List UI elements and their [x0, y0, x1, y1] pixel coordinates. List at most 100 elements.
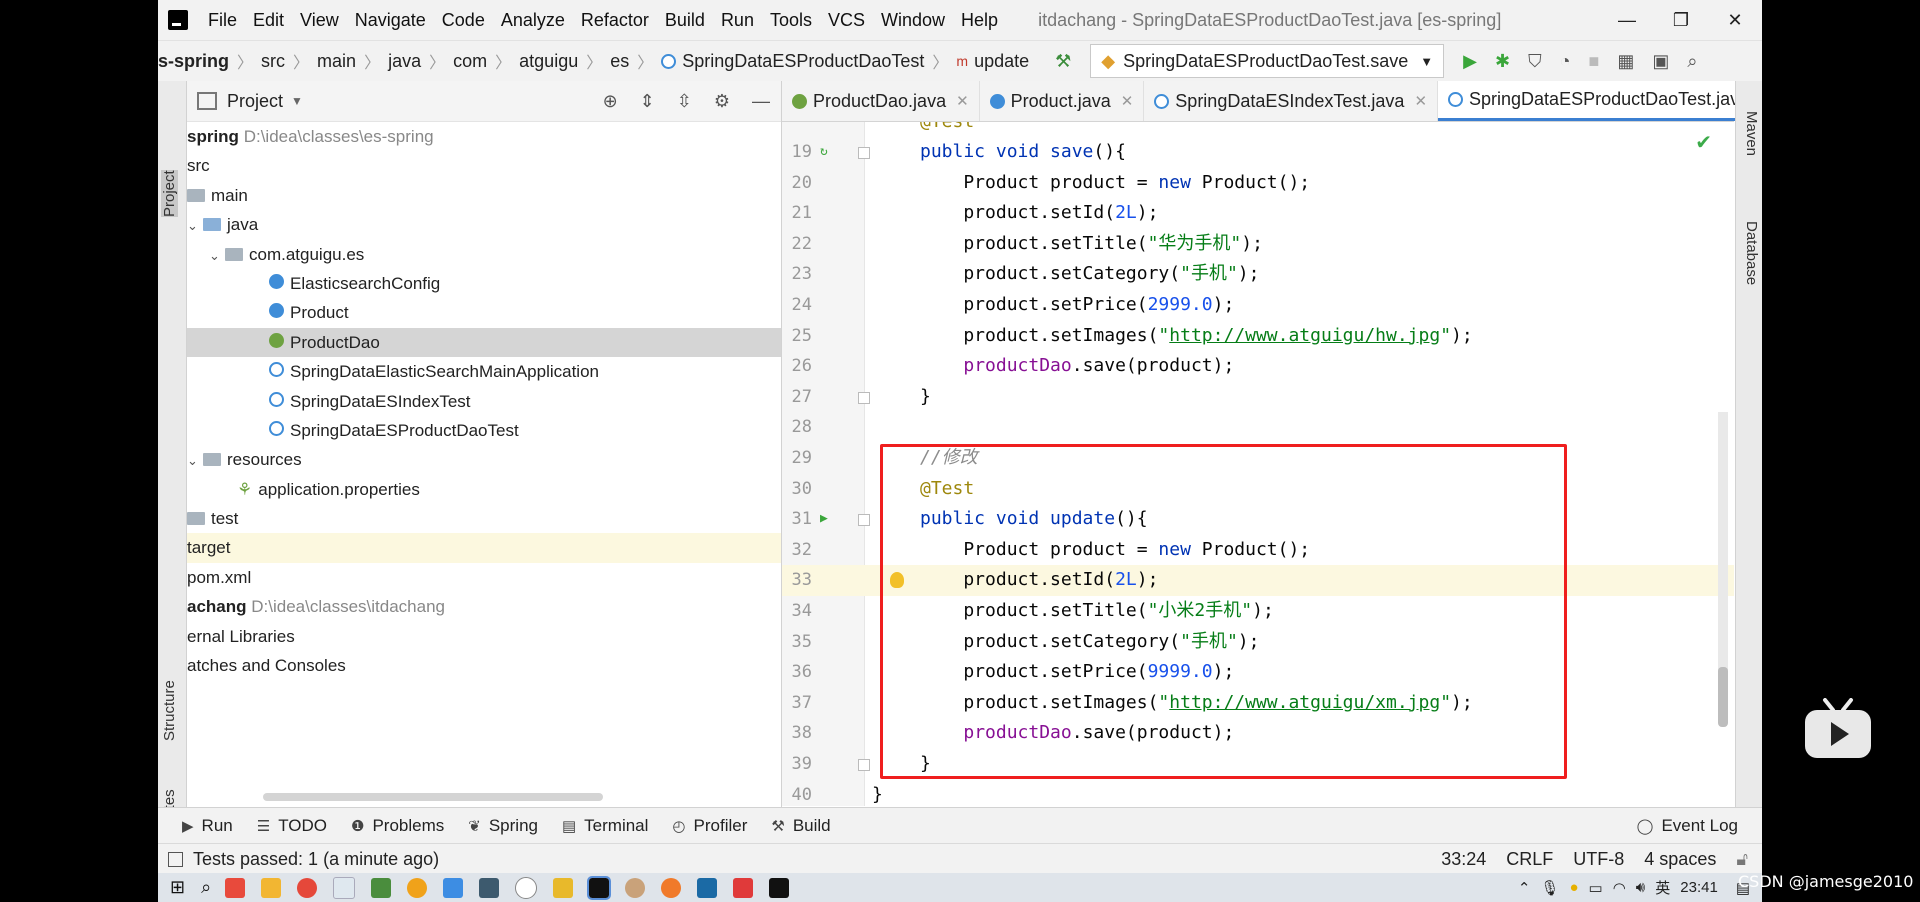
breadcrumb-method[interactable]: update [974, 51, 1029, 72]
event-log-button[interactable]: ◯ Event Log [1637, 816, 1738, 836]
menu-navigate[interactable]: Navigate [347, 10, 434, 31]
tree-item-mainapplication[interactable]: SpringDataElasticSearchMainApplication [187, 357, 781, 386]
gear-icon[interactable]: ⚙ [714, 91, 730, 112]
fold-marker[interactable] [858, 759, 870, 771]
search-icon[interactable]: ⌕ [201, 877, 211, 898]
intellij-taskbar-icon[interactable] [587, 875, 612, 900]
app-icon[interactable] [733, 877, 754, 898]
project-view-selector[interactable]: Project [227, 91, 283, 112]
run-icon[interactable]: ▶ [1463, 51, 1477, 72]
app-icon[interactable] [697, 877, 718, 898]
app-icon[interactable] [333, 876, 356, 899]
expand-all-icon[interactable]: ⇕ [640, 91, 655, 112]
debug-icon[interactable]: ✱ [1495, 51, 1510, 72]
windows-start-icon[interactable]: ⊞ [170, 877, 185, 898]
stop-icon[interactable]: ■ [1588, 51, 1599, 72]
tree-item-scratches[interactable]: atches and Consoles [187, 651, 781, 680]
profiler-tool-button[interactable]: ◴ Profiler [672, 816, 747, 836]
project-tool-tab[interactable]: Project [161, 170, 178, 217]
chevron-down-icon[interactable]: ⌄ [209, 241, 225, 270]
app-icon[interactable] [515, 876, 538, 899]
tree-item-productdaotest[interactable]: SpringDataESProductDaoTest [187, 416, 781, 445]
tree-item-package[interactable]: ⌄ com.atguigu.es [187, 240, 781, 269]
tree-item-application-properties[interactable]: ⚘ application.properties [187, 475, 781, 504]
breadcrumb-file[interactable]: SpringDataESProductDaoTest [682, 51, 924, 72]
run-test-gutter-icon[interactable]: ▶ [820, 504, 828, 535]
tree-item-productdao[interactable]: ProductDao [187, 327, 781, 358]
cmd-icon[interactable] [769, 877, 790, 898]
chevron-down-icon[interactable]: ▼ [291, 94, 303, 108]
app-icon[interactable] [625, 877, 646, 898]
battery-icon[interactable]: ▭ [1589, 879, 1603, 897]
tree-item-elasticsearchconfig[interactable]: ElasticsearchConfig [187, 269, 781, 298]
video-play-icon[interactable] [1803, 698, 1873, 760]
app-icon[interactable] [407, 877, 428, 898]
wps-app-icon[interactable] [225, 877, 246, 898]
tree-item-resources[interactable]: ⌄ resources [187, 445, 781, 474]
tree-item-src[interactable]: src [187, 151, 781, 180]
tree-item-target[interactable]: target [187, 533, 781, 563]
menu-run[interactable]: Run [713, 10, 762, 31]
inspection-ok-icon[interactable]: ✔ [1695, 130, 1712, 155]
tree-item-java[interactable]: ⌄ java [187, 210, 781, 239]
menu-view[interactable]: View [292, 10, 347, 31]
clock[interactable]: 23:41 [1680, 879, 1718, 896]
file-encoding[interactable]: UTF-8 [1573, 849, 1624, 870]
profile-icon[interactable]: ◔ [1560, 51, 1571, 72]
search-icon[interactable]: ⌕ [1687, 51, 1697, 72]
menu-analyze[interactable]: Analyze [493, 10, 573, 31]
breadcrumb-es[interactable]: es [610, 51, 629, 72]
app-tray-icon[interactable]: ● [1569, 879, 1578, 896]
tree-item-project-itdachang[interactable]: achang D:\idea\classes\itdachang [187, 592, 781, 621]
terminal-tool-button[interactable]: ▤ Terminal [562, 816, 648, 836]
microphone-icon[interactable]: 🎙︎ [1540, 879, 1559, 897]
tree-item-external-libraries[interactable]: ernal Libraries [187, 622, 781, 651]
tab-productdaotest[interactable]: SpringDataESProductDaoTest.java✕ [1438, 81, 1762, 121]
input-language[interactable]: 英 [1655, 877, 1670, 898]
tab-product[interactable]: Product.java ✕ [980, 81, 1145, 121]
breadcrumb-project[interactable]: s-spring [158, 51, 229, 72]
maximize-button[interactable]: ❐ [1654, 10, 1708, 31]
chevron-down-icon[interactable]: ⌄ [187, 446, 203, 475]
status-message[interactable]: Tests passed: 1 (a minute ago) [193, 849, 439, 870]
app-icon[interactable] [479, 877, 500, 898]
run-config-selector[interactable]: ◆ SpringDataESProductDaoTest.save ▼ [1090, 44, 1445, 78]
breadcrumb-src[interactable]: src [261, 51, 285, 72]
menu-tools[interactable]: Tools [762, 10, 820, 31]
tree-item-test[interactable]: test [187, 504, 781, 533]
caret-position[interactable]: 33:24 [1441, 849, 1486, 870]
spring-tool-button[interactable]: ❦ Spring [468, 816, 538, 836]
chevron-up-icon[interactable]: ⌃ [1518, 879, 1531, 897]
build-tool-button[interactable]: ⚒ Build [771, 816, 830, 836]
database-tool-tab[interactable]: Database [1743, 221, 1760, 285]
close-icon[interactable]: ✕ [956, 92, 969, 110]
indent-setting[interactable]: 4 spaces [1644, 849, 1716, 870]
tab-indextest[interactable]: SpringDataESIndexTest.java ✕ [1144, 81, 1439, 121]
fold-marker[interactable] [858, 147, 870, 159]
layout-icon[interactable]: ▣ [1652, 51, 1669, 72]
menu-code[interactable]: Code [434, 10, 493, 31]
line-separator[interactable]: CRLF [1506, 849, 1553, 870]
network-icon[interactable]: ◠ [1613, 879, 1626, 897]
todo-tool-button[interactable]: ☰ TODO [257, 816, 327, 836]
breadcrumb-atguigu[interactable]: atguigu [519, 51, 578, 72]
panel-toggle-icon[interactable] [168, 851, 183, 867]
hammer-build-icon[interactable]: ⚒ [1055, 51, 1071, 72]
menu-edit[interactable]: Edit [245, 10, 292, 31]
breadcrumb-main[interactable]: main [317, 51, 356, 72]
file-explorer-icon[interactable] [261, 877, 282, 898]
app-icon[interactable] [661, 877, 682, 898]
close-icon[interactable]: ✕ [1414, 92, 1427, 110]
close-button[interactable]: ✕ [1708, 10, 1762, 31]
horizontal-scrollbar[interactable] [263, 793, 603, 801]
menu-window[interactable]: Window [873, 10, 953, 31]
structure-tool-tab[interactable]: Structure [161, 680, 178, 741]
fold-marker[interactable] [858, 391, 870, 404]
chrome-icon[interactable] [297, 877, 318, 898]
project-structure-icon[interactable]: ▦ [1617, 51, 1634, 72]
hide-icon[interactable]: — [752, 91, 770, 112]
coverage-icon[interactable]: ⛉ [1528, 51, 1542, 72]
tree-item-pom-xml[interactable]: pom.xml [187, 563, 781, 592]
app-icon[interactable] [443, 877, 464, 898]
run-test-gutter-icon[interactable]: ↻ [820, 137, 828, 168]
